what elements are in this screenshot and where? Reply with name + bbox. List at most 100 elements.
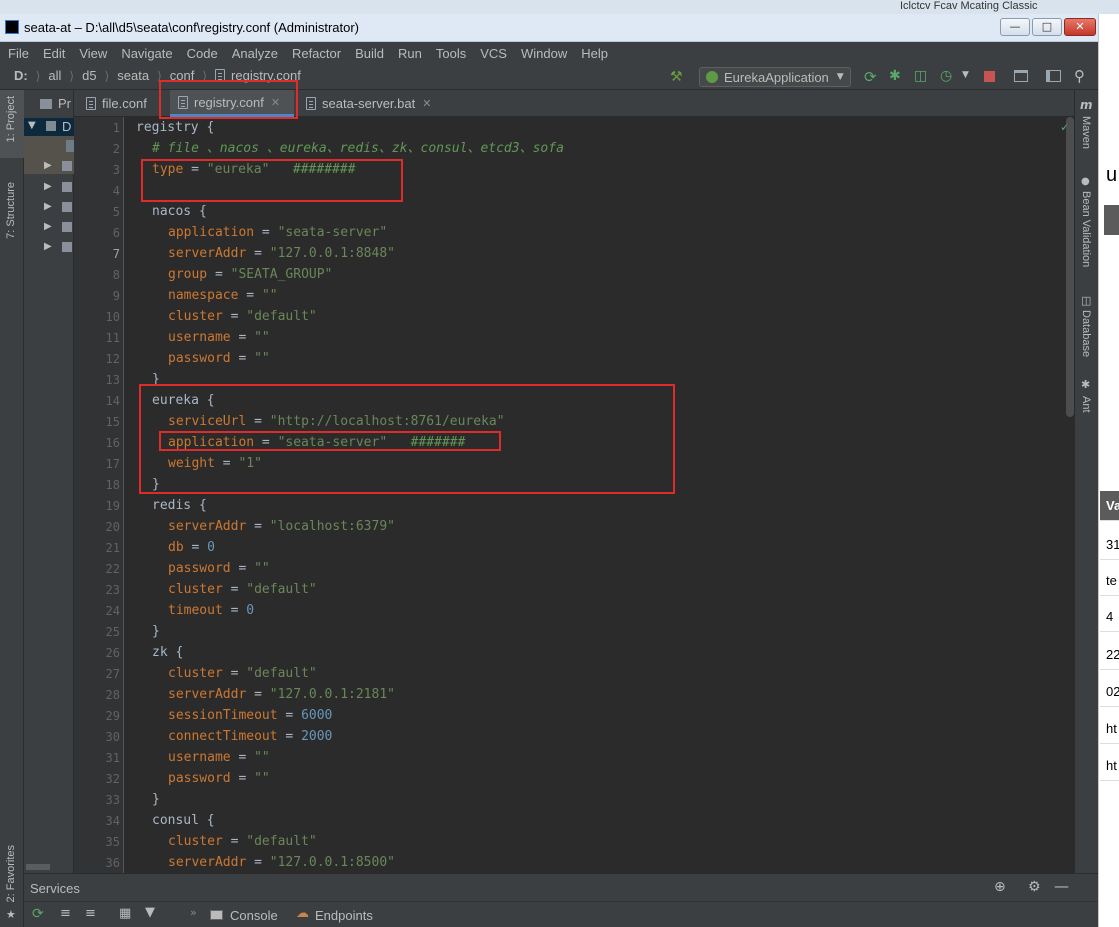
collapse-arrow-icon[interactable]: ▶ bbox=[44, 241, 52, 252]
code-line[interactable]: timeout = 0 bbox=[168, 600, 254, 621]
close-button[interactable]: ✕ bbox=[1064, 18, 1096, 36]
code-line[interactable]: serverAddr = "127.0.0.1:8848" bbox=[168, 243, 395, 264]
code-line[interactable]: serviceUrl = "http://localhost:8761/eure… bbox=[168, 411, 505, 432]
collapse-all-icon[interactable]: ≡ bbox=[85, 906, 96, 921]
profiler-icon[interactable]: ◷ bbox=[940, 68, 952, 84]
code-line[interactable]: serverAddr = "127.0.0.1:2181" bbox=[168, 684, 395, 705]
filter-icon[interactable]: ▼ bbox=[145, 905, 155, 920]
code-line[interactable]: type = "eureka" ######## bbox=[152, 159, 356, 180]
tool-structure[interactable]: 7: Structure bbox=[5, 182, 17, 239]
menu-refactor[interactable]: Refactor bbox=[292, 46, 341, 61]
run-config-select[interactable]: EurekaApplication ▼ bbox=[699, 67, 851, 87]
code-line[interactable]: consul { bbox=[152, 810, 215, 831]
code-line[interactable]: eureka { bbox=[152, 390, 215, 411]
more-tabs-icon[interactable]: » bbox=[190, 906, 197, 919]
code-line[interactable]: password = "" bbox=[168, 558, 270, 579]
editor-scrollbar[interactable] bbox=[1066, 117, 1074, 417]
code-line[interactable]: zk { bbox=[152, 642, 183, 663]
code-line[interactable]: # file 、nacos 、eureka、redis、zk、consul、et… bbox=[152, 138, 564, 159]
tab-file-conf[interactable]: file.conf bbox=[78, 90, 155, 117]
target-icon[interactable]: ⊕ bbox=[994, 879, 1006, 895]
tool-maven[interactable]: Maven bbox=[1080, 116, 1092, 149]
code-line[interactable]: } bbox=[152, 474, 160, 495]
code-line[interactable]: sessionTimeout = 6000 bbox=[168, 705, 332, 726]
code-line[interactable]: group = "SEATA_GROUP" bbox=[168, 264, 332, 285]
minimize-button[interactable]: — bbox=[1000, 18, 1030, 36]
debug-bug-icon[interactable]: ✱ bbox=[889, 68, 901, 84]
menu-build[interactable]: Build bbox=[355, 46, 384, 61]
tab-seata-server-bat[interactable]: seata-server.bat ✕ bbox=[298, 90, 439, 117]
menu-file[interactable]: File bbox=[8, 46, 29, 61]
code-line[interactable]: namespace = "" bbox=[168, 285, 278, 306]
code-line[interactable]: username = "" bbox=[168, 747, 270, 768]
menu-navigate[interactable]: Navigate bbox=[121, 46, 172, 61]
project-panel-title[interactable]: Pr bbox=[58, 96, 71, 111]
breadcrumb-file[interactable]: registry.conf bbox=[231, 68, 301, 83]
code-line[interactable]: } bbox=[152, 369, 160, 390]
tool-database[interactable]: Database bbox=[1080, 310, 1092, 357]
close-icon[interactable]: ✕ bbox=[422, 97, 431, 110]
collapse-arrow-icon[interactable]: ▶ bbox=[44, 201, 52, 212]
tool-ant[interactable]: Ant bbox=[1080, 396, 1092, 413]
horizontal-scroll-thumb[interactable] bbox=[26, 864, 50, 870]
code-line[interactable]: } bbox=[152, 789, 160, 810]
maximize-button[interactable]: □ bbox=[1032, 18, 1062, 36]
menu-vcs[interactable]: VCS bbox=[480, 46, 507, 61]
build-hammer-icon[interactable]: ⚒ bbox=[670, 69, 683, 85]
menu-tools[interactable]: Tools bbox=[436, 46, 466, 61]
code-line[interactable]: password = "" bbox=[168, 348, 270, 369]
code-editor[interactable]: registry {# file 、nacos 、eureka、redis、zk… bbox=[124, 117, 1074, 873]
code-line[interactable]: application = "seata-server" bbox=[168, 222, 387, 243]
code-line[interactable]: cluster = "default" bbox=[168, 831, 317, 852]
breadcrumb-d5[interactable]: d5 bbox=[82, 68, 96, 83]
menu-analyze[interactable]: Analyze bbox=[232, 46, 278, 61]
expand-arrow-icon[interactable]: ▼ bbox=[28, 120, 36, 131]
rerun-icon[interactable]: ⟳ bbox=[864, 68, 877, 86]
tree-row-selected[interactable]: ▼ D bbox=[24, 118, 74, 136]
tool-favorites[interactable]: 2: Favorites bbox=[5, 845, 17, 902]
tool-bean-validation[interactable]: Bean Validation bbox=[1080, 191, 1092, 267]
code-line[interactable]: registry { bbox=[136, 117, 214, 138]
collapse-arrow-icon[interactable]: ▶ bbox=[44, 160, 52, 171]
expand-all-icon[interactable]: ≡ bbox=[60, 906, 71, 921]
tool-project[interactable]: 1: Project bbox=[5, 96, 17, 142]
tab-endpoints[interactable]: Endpoints bbox=[315, 908, 373, 923]
coverage-icon[interactable]: ◫ bbox=[914, 68, 927, 84]
code-line[interactable]: connectTimeout = 2000 bbox=[168, 726, 332, 747]
menu-run[interactable]: Run bbox=[398, 46, 422, 61]
close-icon[interactable]: ✕ bbox=[271, 96, 280, 109]
code-line[interactable]: db = 0 bbox=[168, 537, 215, 558]
code-line[interactable]: cluster = "default" bbox=[168, 663, 317, 684]
menu-window[interactable]: Window bbox=[521, 46, 567, 61]
code-line[interactable]: username = "" bbox=[168, 327, 270, 348]
code-line[interactable]: serverAddr = "127.0.0.1:8500" bbox=[168, 852, 395, 873]
code-line[interactable]: weight = "1" bbox=[168, 453, 262, 474]
breadcrumb-all[interactable]: all bbox=[48, 68, 61, 83]
stop-icon[interactable] bbox=[984, 71, 995, 82]
refresh-icon[interactable]: ⟳ bbox=[32, 906, 44, 922]
collapse-arrow-icon[interactable]: ▶ bbox=[44, 181, 52, 192]
search-icon[interactable]: ⚲ bbox=[1074, 67, 1085, 85]
code-line[interactable]: nacos { bbox=[152, 201, 207, 222]
menu-help[interactable]: Help bbox=[581, 46, 608, 61]
menu-view[interactable]: View bbox=[79, 46, 107, 61]
code-line[interactable]: application = "seata-server" ####### bbox=[168, 432, 465, 453]
breadcrumb-drive[interactable]: D: bbox=[14, 68, 28, 83]
more-run-dropdown-icon[interactable]: ▼ bbox=[962, 70, 969, 80]
code-line[interactable]: password = "" bbox=[168, 768, 270, 789]
code-line[interactable]: cluster = "default" bbox=[168, 579, 317, 600]
code-line[interactable]: serverAddr = "localhost:6379" bbox=[168, 516, 395, 537]
collapse-arrow-icon[interactable]: ▶ bbox=[44, 221, 52, 232]
tab-console[interactable]: Console bbox=[230, 908, 278, 923]
menu-edit[interactable]: Edit bbox=[43, 46, 65, 61]
code-line[interactable]: } bbox=[152, 621, 160, 642]
project-structure-icon[interactable] bbox=[1014, 70, 1028, 82]
code-line[interactable]: redis { bbox=[152, 495, 207, 516]
menu-code[interactable]: Code bbox=[187, 46, 218, 61]
hide-icon[interactable]: — bbox=[1054, 877, 1069, 895]
tab-registry-conf[interactable]: registry.conf ✕ bbox=[170, 90, 294, 117]
breadcrumb-conf[interactable]: conf bbox=[170, 68, 195, 83]
code-line[interactable]: cluster = "default" bbox=[168, 306, 317, 327]
gear-icon[interactable]: ⚙ bbox=[1028, 879, 1041, 895]
breadcrumb-seata[interactable]: seata bbox=[117, 68, 149, 83]
